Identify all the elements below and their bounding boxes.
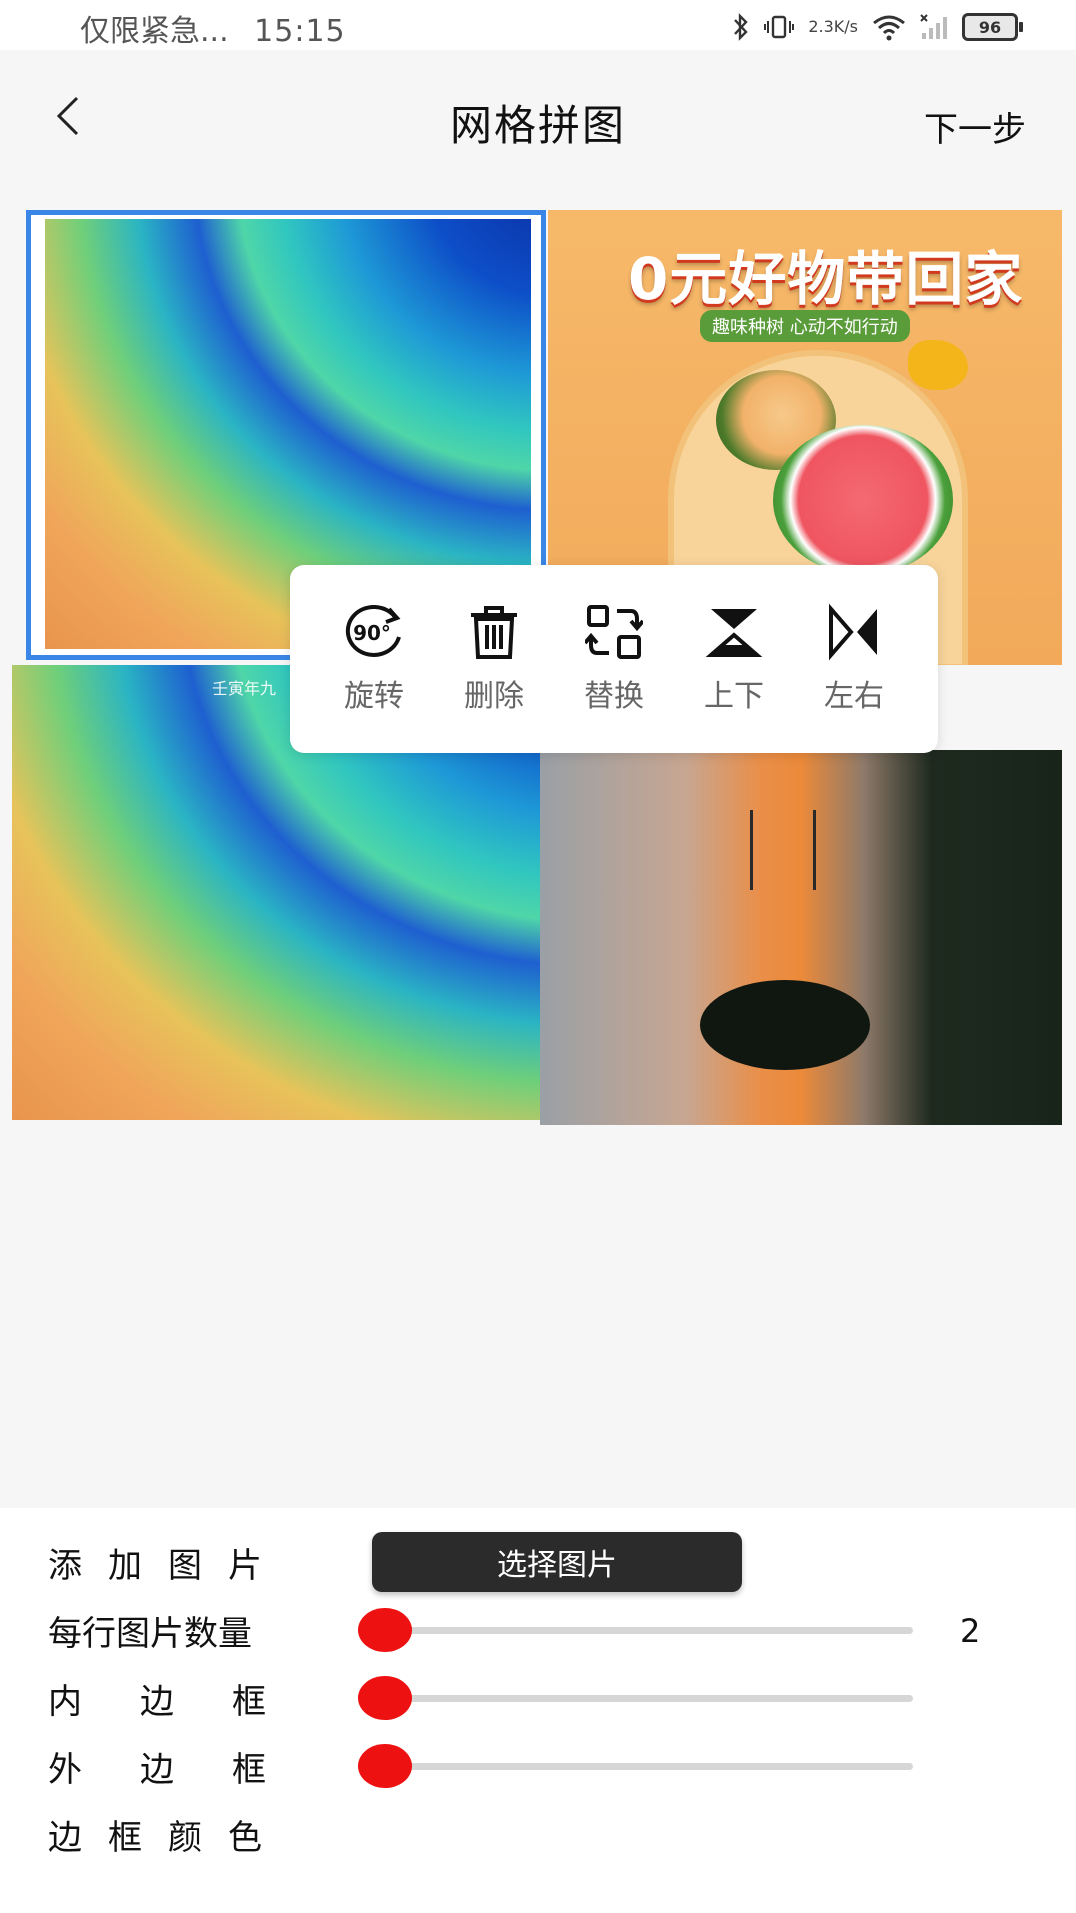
grid-cell-4[interactable] [540, 750, 1062, 1125]
per-row-count-row: 每行图片数量 [48, 1600, 288, 1660]
status-left: 仅限紧急... 15:15 [80, 6, 346, 50]
delete-button[interactable]: 删除 [444, 603, 544, 715]
rotate-label: 旋转 [344, 679, 404, 714]
replace-label: 替换 [584, 679, 644, 714]
add-image-row: 添加图片 [48, 1532, 288, 1592]
border-color-label: 边框颜色 [48, 1817, 288, 1858]
replace-icon [585, 605, 643, 659]
inner-border-label: 内边框 [48, 1681, 324, 1722]
flip-horizontal-button[interactable]: 左右 [804, 603, 904, 715]
net-speed-value: 2.3 [808, 17, 834, 36]
emergency-text: 仅限紧急... [80, 14, 229, 49]
net-speed: 2.3 K/s [808, 19, 858, 35]
delete-label: 删除 [464, 679, 524, 714]
border-color-row: 边框颜色 [48, 1804, 288, 1864]
watermelon-image [773, 425, 953, 575]
flip-vertical-button[interactable]: 上下 [684, 603, 784, 715]
outer-border-row: 外边框 [48, 1736, 288, 1796]
power-tower-image [750, 810, 816, 890]
outer-border-slider[interactable] [358, 1744, 913, 1788]
wifi-icon [872, 13, 906, 41]
slider-thumb[interactable] [358, 1744, 412, 1788]
status-icons: 2.3 K/s 96 [732, 10, 1023, 44]
flip-vertical-icon [705, 609, 763, 657]
svg-text:90°: 90° [353, 621, 391, 645]
inner-border-row: 内边框 [48, 1668, 288, 1728]
trash-icon [471, 606, 517, 659]
per-row-count-value: 2 [960, 1612, 981, 1650]
slider-thumb[interactable] [358, 1608, 412, 1652]
inner-border-slider[interactable] [358, 1676, 913, 1720]
status-bar: 仅限紧急... 15:15 2.3 K/s 96 [0, 0, 1076, 50]
page-title: 网格拼图 [449, 101, 626, 150]
status-time: 15:15 [254, 14, 346, 49]
promo-title: 0元好物带回家 [628, 245, 1024, 313]
vibrate-icon [764, 13, 795, 41]
outer-border-label: 外边框 [48, 1749, 324, 1790]
slider-track [378, 1627, 913, 1634]
flip-horizontal-label: 左右 [824, 679, 884, 714]
battery-icon: 96 [962, 13, 1023, 41]
image-action-popup: 90° 旋转 删除 替换 上下 左右 [290, 565, 938, 753]
flip-vertical-label: 上下 [704, 679, 764, 714]
per-row-count-label: 每行图片数量 [48, 1613, 252, 1654]
rotate-button[interactable]: 90° 旋转 [324, 603, 424, 715]
rotate-90-icon: 90° [345, 604, 401, 657]
settings-panel: 添加图片 选择图片 每行图片数量 2 内边框 外边框 边框颜色 [0, 1508, 1076, 1913]
per-row-count-slider[interactable] [358, 1608, 913, 1652]
signal-icon [920, 13, 948, 41]
header: 网格拼图 下一步 [0, 50, 1076, 180]
replace-button[interactable]: 替换 [564, 603, 664, 715]
slider-track [378, 1763, 913, 1770]
bluetooth-icon [732, 13, 750, 41]
next-step-button[interactable]: 下一步 [924, 102, 1026, 151]
slider-thumb[interactable] [358, 1676, 412, 1720]
image-watermark-text: 壬寅年九 [212, 679, 277, 698]
promo-subtitle: 趣味种树 心动不如行动 [700, 310, 910, 342]
mango-image [908, 340, 968, 390]
net-speed-unit: K/s [833, 17, 858, 36]
select-image-button[interactable]: 选择图片 [372, 1532, 742, 1592]
flip-horizontal-icon [829, 603, 877, 661]
tree-silhouette-image [700, 980, 870, 1070]
slider-track [378, 1695, 913, 1702]
add-image-label: 添加图片 [48, 1545, 288, 1586]
